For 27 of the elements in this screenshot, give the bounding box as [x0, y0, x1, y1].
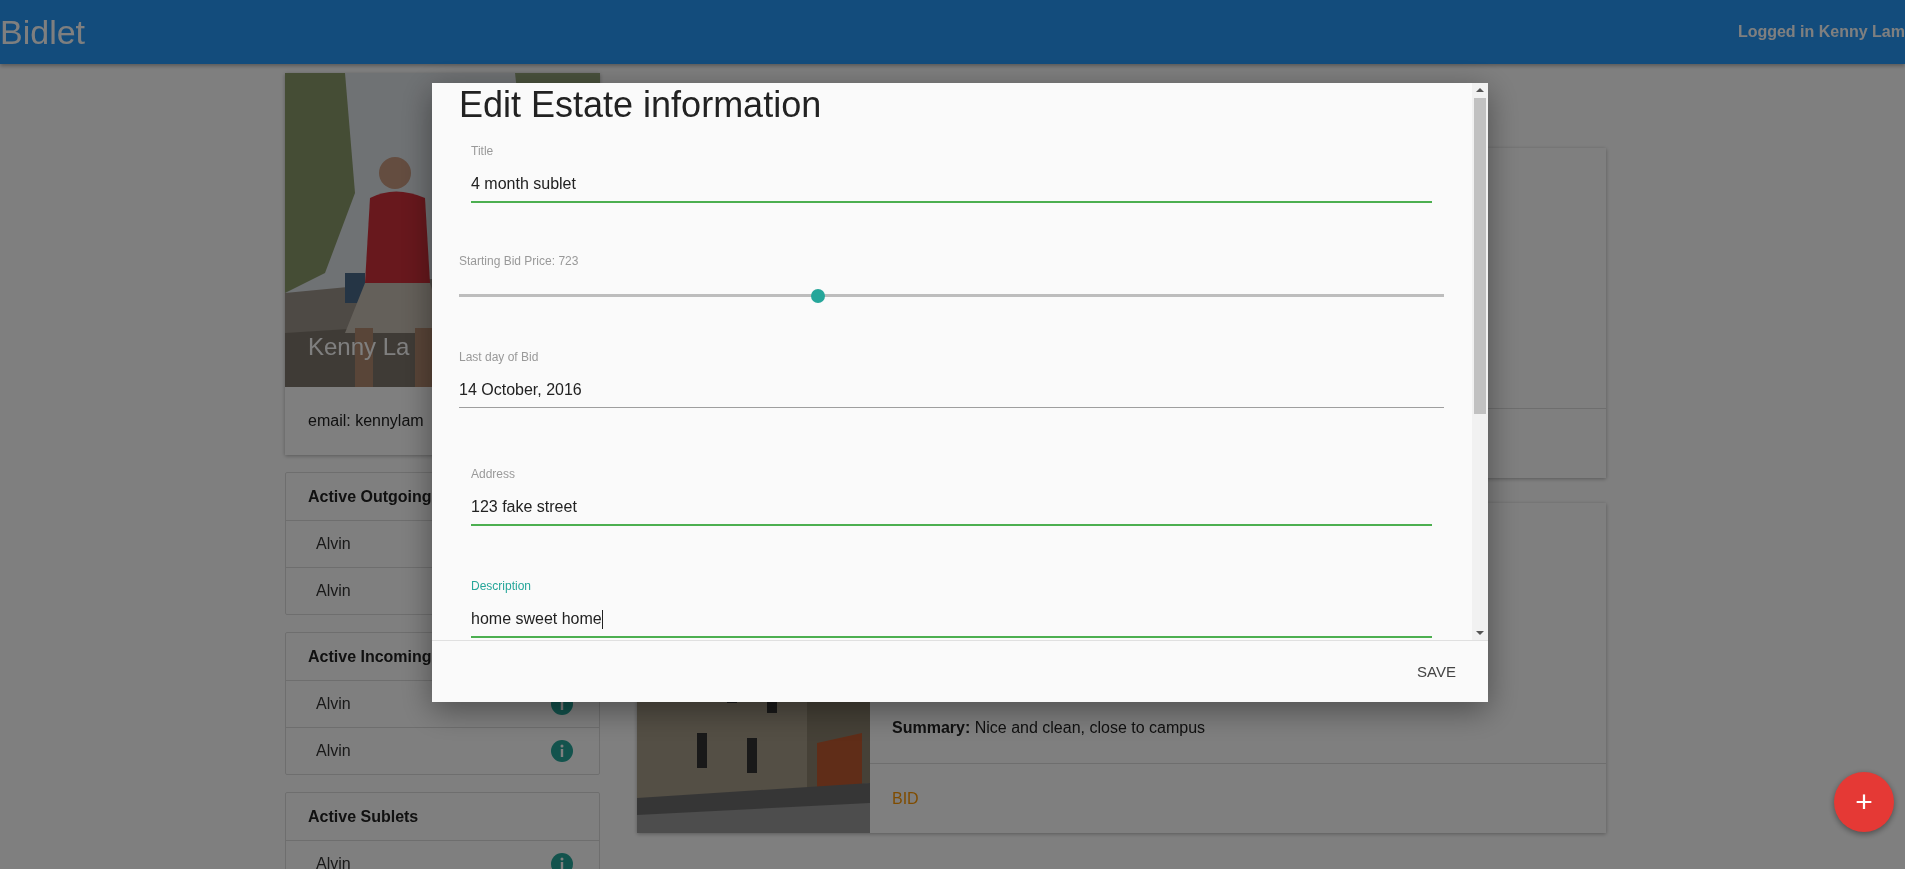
scroll-up-icon[interactable] — [1476, 87, 1484, 93]
list-item[interactable]: Alvin — [286, 728, 599, 774]
profile-name: Kenny La — [308, 333, 410, 361]
profile-email: email: kennylam — [308, 412, 424, 430]
save-button[interactable]: SAVE — [1409, 655, 1464, 689]
field-label: Address — [471, 466, 516, 482]
slider-thumb[interactable] — [810, 289, 825, 303]
panel-heading: Active Incoming — [308, 647, 432, 666]
scroll-down-icon[interactable] — [1476, 630, 1484, 637]
input-field[interactable]: home sweet home — [471, 602, 1432, 638]
slider-label: Starting Bid Price: 723 — [459, 253, 579, 269]
text-cursor — [601, 609, 603, 629]
add-button[interactable]: + — [1834, 772, 1894, 832]
field-label: Title — [471, 143, 494, 159]
field-label: Description — [471, 578, 532, 594]
input-field[interactable]: 4 month sublet — [471, 167, 1432, 203]
dialog-title: Edit Estate information — [459, 83, 823, 127]
field-label: Last day of Bid — [459, 349, 539, 365]
user-status: Logged in Kenny Lam — [1737, 23, 1905, 41]
input-field[interactable]: 123 fake street — [471, 490, 1432, 526]
scrollbar[interactable] — [1472, 83, 1488, 641]
list-item[interactable]: Alvin — [286, 841, 599, 869]
date-field[interactable]: 14 October, 2016 — [459, 373, 1444, 408]
listing-detail: Summary: Nice and clean, close to campus — [892, 718, 1207, 738]
panel-heading: Active Outgoing — [308, 487, 432, 506]
brand-title[interactable]: Bidlet — [0, 12, 86, 52]
panel-heading: Active Sublets — [308, 807, 419, 826]
